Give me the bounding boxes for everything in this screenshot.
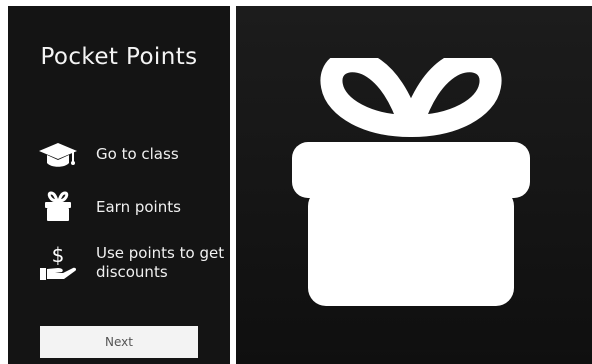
gift-icon	[292, 58, 530, 306]
next-button[interactable]: Next	[40, 326, 198, 358]
feature-go-to-class: Go to class	[38, 136, 179, 172]
feature-earn-points: Earn points	[38, 189, 181, 225]
onboarding-panel: Pocket Points Go to class Earn points $ …	[8, 6, 230, 364]
graduation-cap-icon	[38, 136, 78, 172]
feature-label: Use points to get discounts	[96, 244, 225, 281]
feature-label: Go to class	[96, 144, 179, 163]
svg-text:$: $	[52, 244, 65, 267]
hero-panel	[236, 6, 592, 364]
hand-dollar-icon: $	[38, 244, 78, 281]
screen: Pocket Points Go to class Earn points $ …	[0, 0, 592, 364]
app-title: Pocket Points	[40, 44, 198, 70]
gift-icon	[38, 189, 78, 225]
feature-label: Earn points	[96, 197, 181, 216]
feature-use-points: $ Use points to get discounts	[38, 244, 226, 282]
